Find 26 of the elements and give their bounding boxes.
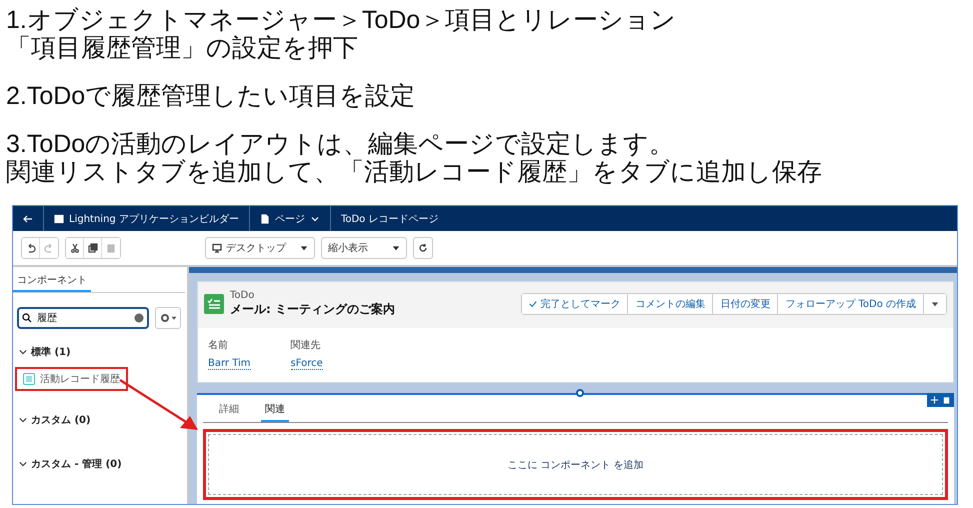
page-menu[interactable]: ページ (274, 212, 305, 226)
tab[interactable]: 詳細 (215, 399, 243, 422)
device-select[interactable]: デスクトップ (205, 237, 315, 259)
page-name: ToDo レコードページ (340, 212, 438, 226)
instruction-text: 2.ToDoで履歴管理したい項目を設定 (6, 82, 416, 110)
zoom-select[interactable]: 縮小表示 (321, 237, 407, 259)
section-header[interactable]: 標準 (1) (13, 339, 187, 365)
action-button[interactable]: コメントの編集 (628, 294, 714, 314)
search-field[interactable]: 履歴 (17, 307, 149, 329)
action-button[interactable]: 完了としてマーク (522, 294, 628, 314)
component-item[interactable]: 活動レコード履歴 (15, 367, 128, 391)
drop-zone-text: ここに コンポーネント を追加 (507, 458, 644, 472)
action-button[interactable]: フォローアップ ToDo の作成 (778, 294, 924, 314)
app-title: Lightning アプリケーションビルダー (69, 212, 239, 226)
field-link[interactable]: Barr Tim (208, 358, 251, 370)
instruction-text: 1.オブジェクトマネージャー＞ToDo＞項目とリレーション 「項目履歴管理」の設定を押下 (6, 6, 678, 62)
record-title: メール: ミーティングのご案内 (230, 301, 396, 318)
instruction-text: 3.ToDoの活動のレイアウトは、編集ページで設定します。 関連リストタブを追加して、「活動レコード履歴」をタブに追加し保存 (6, 130, 823, 186)
section-header[interactable]: カスタム (0) (13, 407, 187, 433)
field-label: 名前 (208, 339, 229, 352)
tab[interactable]: 関連 (261, 399, 289, 422)
field-label: 関連先 (290, 338, 322, 352)
field-link[interactable]: sForce (290, 358, 323, 370)
object-label: ToDo (230, 290, 256, 301)
section-header[interactable]: カスタム - 管理 (0) (13, 451, 187, 477)
action-button[interactable]: 日付の変更 (713, 294, 778, 314)
